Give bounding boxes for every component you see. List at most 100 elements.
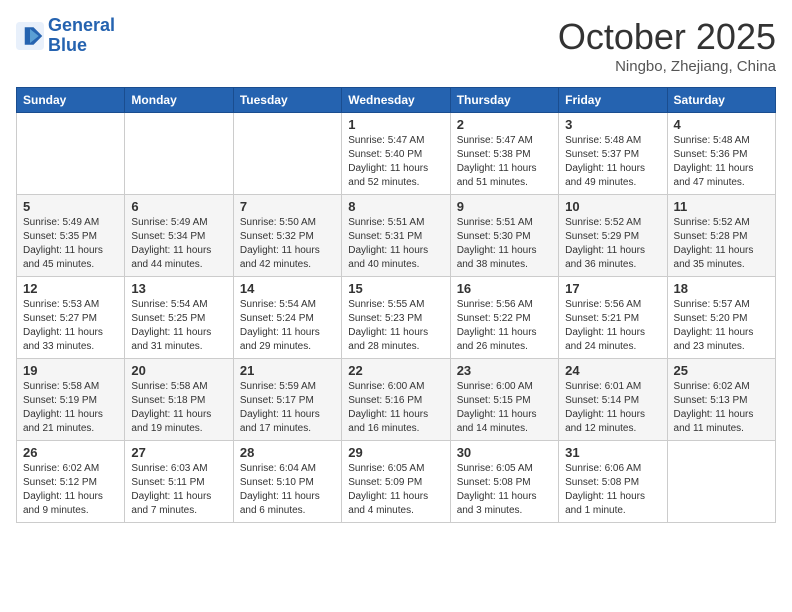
- day-number: 31: [565, 445, 660, 460]
- day-info: Sunrise: 6:01 AM Sunset: 5:14 PM Dayligh…: [565, 380, 660, 436]
- logo-text: General Blue: [48, 16, 115, 56]
- day-number: 25: [674, 363, 769, 378]
- calendar: SundayMondayTuesdayWednesdayThursdayFrid…: [16, 87, 776, 523]
- day-info: Sunrise: 5:54 AM Sunset: 5:25 PM Dayligh…: [131, 298, 226, 354]
- day-number: 19: [23, 363, 118, 378]
- weekday-header: Monday: [125, 88, 233, 113]
- logo-line1: General: [48, 15, 115, 35]
- weekday-header-row: SundayMondayTuesdayWednesdayThursdayFrid…: [17, 88, 776, 113]
- calendar-cell: [125, 113, 233, 195]
- day-info: Sunrise: 5:48 AM Sunset: 5:36 PM Dayligh…: [674, 134, 769, 190]
- day-number: 29: [348, 445, 443, 460]
- calendar-cell: 31 Sunrise: 6:06 AM Sunset: 5:08 PM Dayli…: [559, 441, 667, 523]
- day-number: 20: [131, 363, 226, 378]
- weekday-header: Wednesday: [342, 88, 450, 113]
- day-number: 21: [240, 363, 335, 378]
- logo: General Blue: [16, 16, 115, 56]
- day-info: Sunrise: 5:58 AM Sunset: 5:19 PM Dayligh…: [23, 380, 118, 436]
- day-number: 22: [348, 363, 443, 378]
- day-info: Sunrise: 5:52 AM Sunset: 5:28 PM Dayligh…: [674, 216, 769, 272]
- day-info: Sunrise: 6:00 AM Sunset: 5:15 PM Dayligh…: [457, 380, 552, 436]
- day-number: 14: [240, 281, 335, 296]
- day-info: Sunrise: 6:00 AM Sunset: 5:16 PM Dayligh…: [348, 380, 443, 436]
- calendar-cell: 27 Sunrise: 6:03 AM Sunset: 5:11 PM Dayli…: [125, 441, 233, 523]
- day-number: 6: [131, 199, 226, 214]
- calendar-week-row: 19 Sunrise: 5:58 AM Sunset: 5:19 PM Dayli…: [17, 359, 776, 441]
- weekday-header: Thursday: [450, 88, 558, 113]
- day-info: Sunrise: 5:49 AM Sunset: 5:35 PM Dayligh…: [23, 216, 118, 272]
- calendar-week-row: 1Sunrise: 5:47 AM Sunset: 5:40 PM Daylig…: [17, 113, 776, 195]
- day-info: Sunrise: 5:57 AM Sunset: 5:20 PM Dayligh…: [674, 298, 769, 354]
- calendar-week-row: 5 Sunrise: 5:49 AM Sunset: 5:35 PM Daylig…: [17, 195, 776, 277]
- day-number: 3: [565, 117, 660, 132]
- day-number: 13: [131, 281, 226, 296]
- day-number: 17: [565, 281, 660, 296]
- location: Ningbo, Zhejiang, China: [558, 58, 776, 75]
- calendar-cell: 9Sunrise: 5:51 AM Sunset: 5:30 PM Daylig…: [450, 195, 558, 277]
- weekday-header: Friday: [559, 88, 667, 113]
- day-info: Sunrise: 6:05 AM Sunset: 5:09 PM Dayligh…: [348, 462, 443, 518]
- day-number: 27: [131, 445, 226, 460]
- day-info: Sunrise: 5:52 AM Sunset: 5:29 PM Dayligh…: [565, 216, 660, 272]
- logo-icon: [16, 22, 44, 50]
- day-number: 2: [457, 117, 552, 132]
- day-number: 5: [23, 199, 118, 214]
- weekday-header: Tuesday: [233, 88, 341, 113]
- day-number: 8: [348, 199, 443, 214]
- day-number: 30: [457, 445, 552, 460]
- day-number: 26: [23, 445, 118, 460]
- day-info: Sunrise: 6:06 AM Sunset: 5:08 PM Dayligh…: [565, 462, 660, 518]
- day-info: Sunrise: 5:56 AM Sunset: 5:22 PM Dayligh…: [457, 298, 552, 354]
- calendar-cell: 20Sunrise: 5:58 AM Sunset: 5:18 PM Dayli…: [125, 359, 233, 441]
- day-info: Sunrise: 5:53 AM Sunset: 5:27 PM Dayligh…: [23, 298, 118, 354]
- calendar-cell: [233, 113, 341, 195]
- calendar-cell: 5 Sunrise: 5:49 AM Sunset: 5:35 PM Daylig…: [17, 195, 125, 277]
- calendar-week-row: 26 Sunrise: 6:02 AM Sunset: 5:12 PM Dayli…: [17, 441, 776, 523]
- calendar-cell: 12 Sunrise: 5:53 AM Sunset: 5:27 PM Dayli…: [17, 277, 125, 359]
- day-number: 11: [674, 199, 769, 214]
- calendar-cell: 13 Sunrise: 5:54 AM Sunset: 5:25 PM Dayli…: [125, 277, 233, 359]
- calendar-cell: 16 Sunrise: 5:56 AM Sunset: 5:22 PM Dayli…: [450, 277, 558, 359]
- day-info: Sunrise: 5:49 AM Sunset: 5:34 PM Dayligh…: [131, 216, 226, 272]
- day-number: 24: [565, 363, 660, 378]
- day-info: Sunrise: 6:02 AM Sunset: 5:13 PM Dayligh…: [674, 380, 769, 436]
- day-number: 16: [457, 281, 552, 296]
- calendar-cell: 18Sunrise: 5:57 AM Sunset: 5:20 PM Dayli…: [667, 277, 775, 359]
- calendar-cell: 1Sunrise: 5:47 AM Sunset: 5:40 PM Daylig…: [342, 113, 450, 195]
- day-number: 28: [240, 445, 335, 460]
- day-info: Sunrise: 6:03 AM Sunset: 5:11 PM Dayligh…: [131, 462, 226, 518]
- weekday-header: Sunday: [17, 88, 125, 113]
- calendar-cell: 6 Sunrise: 5:49 AM Sunset: 5:34 PM Daylig…: [125, 195, 233, 277]
- calendar-cell: 2 Sunrise: 5:47 AM Sunset: 5:38 PM Daylig…: [450, 113, 558, 195]
- calendar-cell: 21Sunrise: 5:59 AM Sunset: 5:17 PM Dayli…: [233, 359, 341, 441]
- day-number: 23: [457, 363, 552, 378]
- calendar-cell: 7Sunrise: 5:50 AM Sunset: 5:32 PM Daylig…: [233, 195, 341, 277]
- day-number: 15: [348, 281, 443, 296]
- day-info: Sunrise: 5:48 AM Sunset: 5:37 PM Dayligh…: [565, 134, 660, 190]
- day-number: 7: [240, 199, 335, 214]
- page-header: General Blue October 2025 Ningbo, Zhejia…: [16, 16, 776, 75]
- day-info: Sunrise: 6:04 AM Sunset: 5:10 PM Dayligh…: [240, 462, 335, 518]
- day-info: Sunrise: 5:47 AM Sunset: 5:38 PM Dayligh…: [457, 134, 552, 190]
- calendar-cell: 10Sunrise: 5:52 AM Sunset: 5:29 PM Dayli…: [559, 195, 667, 277]
- calendar-cell: [17, 113, 125, 195]
- calendar-cell: 28 Sunrise: 6:04 AM Sunset: 5:10 PM Dayli…: [233, 441, 341, 523]
- day-number: 12: [23, 281, 118, 296]
- calendar-cell: 29 Sunrise: 6:05 AM Sunset: 5:09 PM Dayli…: [342, 441, 450, 523]
- calendar-cell: 26 Sunrise: 6:02 AM Sunset: 5:12 PM Dayli…: [17, 441, 125, 523]
- day-info: Sunrise: 5:51 AM Sunset: 5:31 PM Dayligh…: [348, 216, 443, 272]
- calendar-cell: 30Sunrise: 6:05 AM Sunset: 5:08 PM Dayli…: [450, 441, 558, 523]
- calendar-cell: 22 Sunrise: 6:00 AM Sunset: 5:16 PM Dayli…: [342, 359, 450, 441]
- day-info: Sunrise: 5:55 AM Sunset: 5:23 PM Dayligh…: [348, 298, 443, 354]
- logo-line2: Blue: [48, 36, 115, 56]
- calendar-cell: 15 Sunrise: 5:55 AM Sunset: 5:23 PM Dayli…: [342, 277, 450, 359]
- day-number: 4: [674, 117, 769, 132]
- day-info: Sunrise: 5:56 AM Sunset: 5:21 PM Dayligh…: [565, 298, 660, 354]
- calendar-cell: 3 Sunrise: 5:48 AM Sunset: 5:37 PM Daylig…: [559, 113, 667, 195]
- weekday-header: Saturday: [667, 88, 775, 113]
- calendar-cell: 4 Sunrise: 5:48 AM Sunset: 5:36 PM Daylig…: [667, 113, 775, 195]
- day-number: 1: [348, 117, 443, 132]
- day-info: Sunrise: 5:54 AM Sunset: 5:24 PM Dayligh…: [240, 298, 335, 354]
- month-title: October 2025: [558, 16, 776, 58]
- day-info: Sunrise: 6:02 AM Sunset: 5:12 PM Dayligh…: [23, 462, 118, 518]
